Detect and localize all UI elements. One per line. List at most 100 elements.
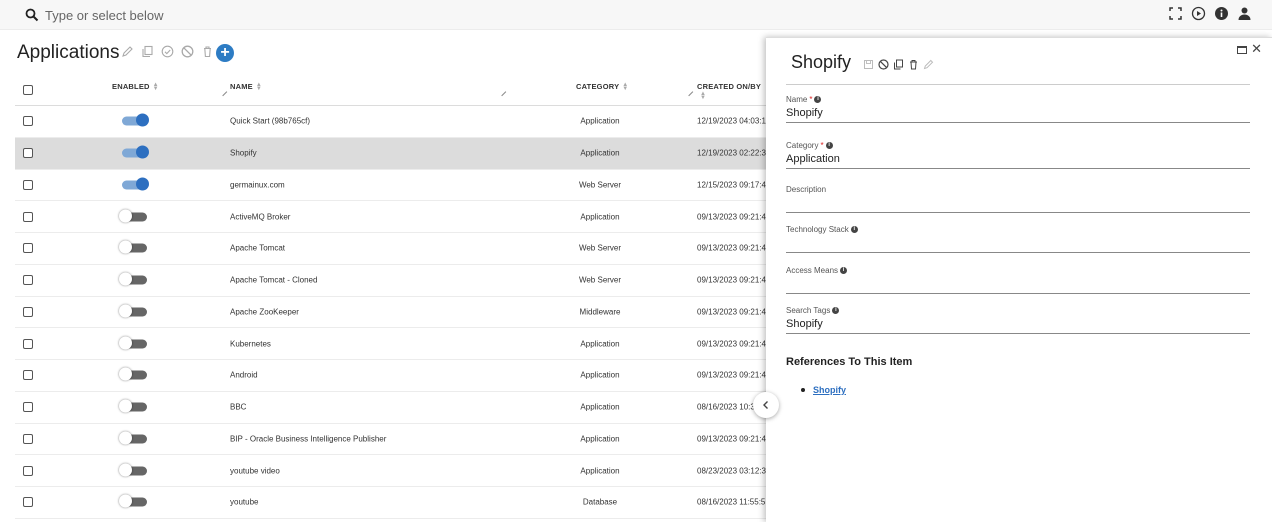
row-checkbox[interactable] [23,497,33,508]
info-icon[interactable]: i [825,142,833,149]
category-value[interactable]: Application [786,151,1250,168]
trash-icon[interactable] [908,57,919,70]
edit-icon[interactable] [923,57,934,70]
column-resize-handle[interactable] [497,87,507,97]
app-name[interactable]: Apache Tomcat - Cloned [230,276,317,285]
sort-icon[interactable]: ▲ ▼ [153,82,159,92]
name-value[interactable]: Shopify [786,105,1250,122]
column-resize-handle[interactable] [684,87,694,97]
enabled-toggle[interactable] [119,431,147,445]
column-enabled[interactable]: ENABLED ▲ ▼ [112,82,159,92]
enabled-toggle[interactable] [119,463,147,477]
app-name[interactable]: Quick Start (98b765cf) [230,117,310,126]
info-icon[interactable]: i [850,226,858,233]
app-name[interactable]: Apache ZooKeeper [230,307,299,316]
table-row[interactable]: BBC Application 08/16/2023 10:3 [15,392,766,424]
search-tags-value[interactable]: Shopify [786,316,1250,333]
edit-icon[interactable] [121,45,134,58]
sort-icon[interactable]: ▲ ▼ [700,91,706,101]
enabled-toggle[interactable] [119,399,147,413]
table-row[interactable]: ActiveMQ Broker Application 09/13/2023 09:… [15,201,766,233]
info-icon[interactable]: i [840,267,848,274]
row-checkbox[interactable] [23,148,33,159]
enabled-toggle[interactable] [119,367,147,381]
block-icon[interactable] [878,57,889,70]
enabled-toggle[interactable] [119,272,147,286]
select-all-checkbox[interactable] [23,85,33,95]
search-input[interactable] [45,4,645,26]
add-button[interactable]: + [216,44,234,62]
row-checkbox[interactable] [23,433,33,444]
search-tags-field[interactable]: Search Tags i Shopify [786,306,1250,334]
column-name[interactable]: NAME ▲ ▼ [230,82,262,92]
maximize-icon[interactable] [1237,46,1247,54]
sort-icon[interactable]: ▲ ▼ [256,82,262,92]
row-checkbox[interactable] [23,275,33,286]
column-created[interactable]: CREATED ON/BY▲ ▼ [697,82,766,101]
table-row[interactable]: youtube video Application 08/23/2023 03:12… [15,455,766,487]
enabled-toggle[interactable] [122,145,149,159]
row-checkbox[interactable] [23,211,33,222]
trash-icon[interactable] [201,45,214,58]
user-icon[interactable] [1237,6,1252,21]
table-row[interactable]: Apache Tomcat - Cloned Web Server 09/13/20… [15,265,766,297]
technology-stack-field[interactable]: Technology Stack i [786,225,1250,253]
fullscreen-icon[interactable] [1168,6,1183,21]
row-checkbox[interactable] [23,465,33,476]
category-field[interactable]: Category * i Application [786,141,1250,169]
enabled-toggle[interactable] [119,209,147,223]
table-row[interactable]: Apache ZooKeeper Middleware 09/13/2023 09:… [15,297,766,329]
block-icon[interactable] [181,45,194,58]
info-icon[interactable]: i [832,307,840,314]
app-name[interactable]: Kubernetes [230,339,271,348]
row-checkbox[interactable] [23,338,33,349]
enabled-toggle[interactable] [119,494,147,508]
table-row[interactable]: youtube Database 08/16/2023 11:55:5 [15,487,766,519]
enabled-toggle[interactable] [122,177,149,191]
app-name[interactable]: germainux.com [230,180,285,189]
row-checkbox[interactable] [23,402,33,413]
column-resize-handle[interactable] [218,87,228,97]
enabled-toggle[interactable] [119,240,147,254]
name-field[interactable]: Name * i Shopify [786,95,1250,123]
table-row[interactable]: Apache Tomcat Web Server 09/13/2023 09:21:… [15,233,766,265]
play-icon[interactable] [1191,6,1206,21]
save-icon[interactable] [863,57,874,69]
table-row[interactable]: Kubernetes Application 09/13/2023 09:21:4 [15,328,766,360]
app-name[interactable]: Shopify [230,149,257,158]
row-checkbox[interactable] [23,116,33,127]
enabled-toggle[interactable] [122,113,149,127]
description-field[interactable]: Description [786,185,1250,213]
row-checkbox[interactable] [23,243,33,254]
table-row[interactable]: Quick Start (98b765cf) Application 12/19/2… [15,106,766,138]
table-row[interactable]: germainux.com Web Server 12/15/2023 09:17:… [15,170,766,202]
copy-icon[interactable] [893,57,904,70]
app-name[interactable]: BBC [230,403,246,412]
app-name[interactable]: ActiveMQ Broker [230,212,290,221]
row-checkbox[interactable] [23,370,33,381]
info-icon[interactable] [1214,6,1229,21]
app-name[interactable]: Android [230,371,258,380]
column-category[interactable]: CATEGORY ▲ ▼ [576,82,628,92]
app-name[interactable]: youtube [230,498,258,507]
technology-stack-value[interactable] [786,235,1250,252]
access-means-value[interactable] [786,276,1250,293]
info-icon[interactable]: i [814,96,822,103]
app-name[interactable]: youtube video [230,466,280,475]
enabled-toggle[interactable] [119,336,147,350]
close-icon[interactable]: ✕ [1251,42,1262,55]
copy-icon[interactable] [141,45,154,58]
app-name[interactable]: Apache Tomcat [230,244,285,253]
sort-icon[interactable]: ▲ ▼ [622,82,628,92]
access-means-field[interactable]: Access Means i [786,266,1250,294]
table-row[interactable]: BIP - Oracle Business Intelligence Publi… [15,424,766,456]
description-value[interactable] [786,195,1250,212]
app-name[interactable]: BIP - Oracle Business Intelligence Publi… [230,434,386,443]
table-row[interactable]: Android Application 09/13/2023 09:21:4 [15,360,766,392]
table-row[interactable]: Shopify Application 12/19/2023 02:22:3 [15,137,766,170]
enabled-toggle[interactable] [119,304,147,318]
reference-link[interactable]: Shopify [813,385,846,395]
row-checkbox[interactable] [23,179,33,190]
check-icon[interactable] [161,45,174,58]
row-checkbox[interactable] [23,306,33,317]
